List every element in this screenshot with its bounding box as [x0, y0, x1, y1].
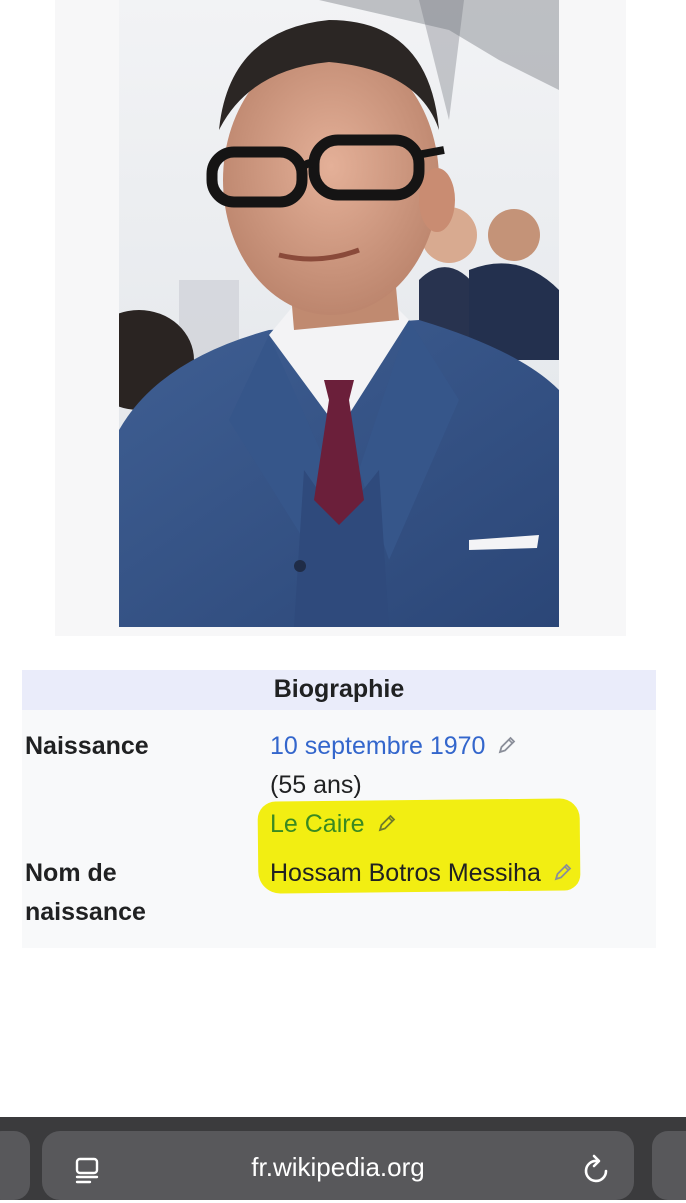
reload-icon[interactable]	[582, 1153, 612, 1185]
birth-name-row: Hossam Botros Messiha	[270, 854, 573, 893]
birth-place-row: Le Caire	[270, 805, 397, 844]
birth-name-value: Hossam Botros Messiha	[270, 859, 541, 887]
age-text: (55 ans)	[270, 771, 362, 799]
birth-date-link[interactable]: 10 septembre 1970	[270, 732, 485, 760]
pencil-edit-icon[interactable]	[377, 813, 397, 833]
pencil-edit-icon[interactable]	[553, 862, 573, 882]
label-nom-de-naissance-line1: Nom de	[25, 859, 117, 887]
previous-tab-preview[interactable]	[0, 1131, 30, 1200]
pencil-edit-icon[interactable]	[497, 735, 517, 755]
label-nom-de-naissance-line2: naissance	[25, 898, 146, 926]
address-bar[interactable]: fr.wikipedia.org	[42, 1131, 634, 1200]
next-tab-preview[interactable]	[652, 1131, 686, 1200]
birth-date-row: 10 septembre 1970	[270, 727, 517, 766]
infobox-header: Biographie	[22, 670, 656, 710]
label-naissance: Naissance	[25, 732, 149, 760]
portrait-photo[interactable]	[119, 0, 559, 627]
infobox-image-frame	[55, 0, 626, 636]
birth-place-link[interactable]: Le Caire	[270, 810, 365, 838]
infobox-header-title: Biographie	[273, 675, 405, 703]
url-text: fr.wikipedia.org	[251, 1152, 425, 1182]
